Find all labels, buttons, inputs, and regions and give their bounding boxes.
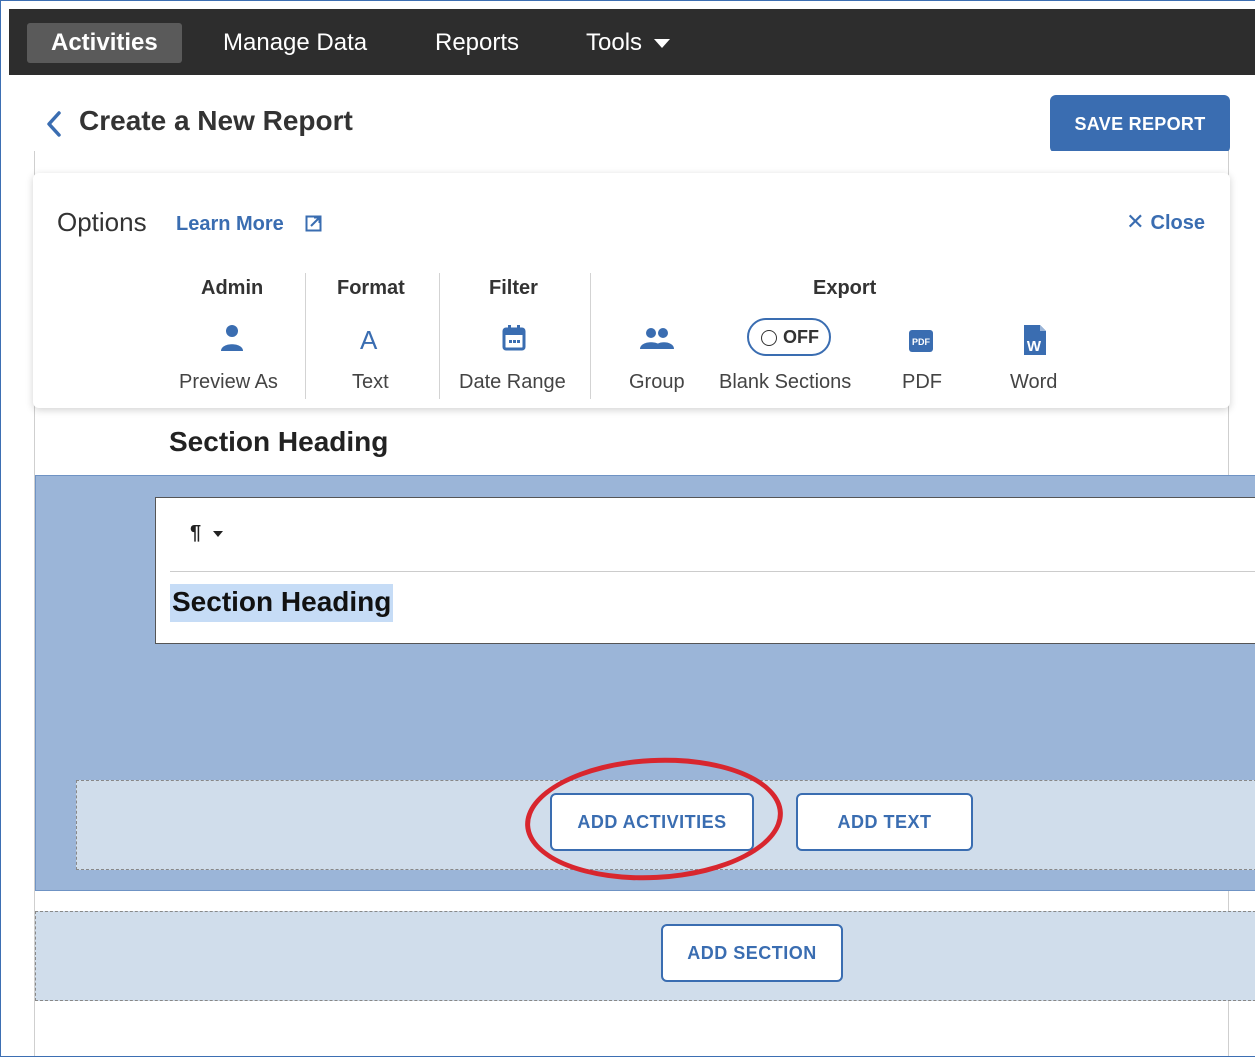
divider [439,273,440,399]
options-panel: Options Learn More ✕ Close Admin Format F… [33,173,1230,408]
page-title: Create a New Report [79,105,353,136]
nav-reports[interactable]: Reports [435,23,519,63]
pdf-option[interactable]: PDF [902,371,942,394]
svg-text:PDF: PDF [912,337,931,347]
preview-as-option[interactable]: Preview As [179,371,278,394]
divider [590,273,591,399]
close-options-button[interactable]: ✕ Close [1126,209,1205,235]
editor-content[interactable]: Section Heading [170,584,394,622]
top-navigation: Activities Manage Data Reports Tools [9,9,1255,75]
toggle-knob [761,330,777,346]
nav-tools-label: Tools [586,29,643,56]
chevron-left-icon[interactable] [43,109,65,139]
date-range-option[interactable]: Date Range [459,371,566,394]
calendar-icon[interactable] [501,323,527,353]
toggle-state: OFF [783,327,819,347]
blank-sections-toggle[interactable]: OFF [747,318,831,356]
blank-sections-option[interactable]: Blank Sections [719,371,851,394]
svg-text:W: W [1027,338,1042,355]
group-title-admin: Admin [201,277,264,299]
paragraph-icon: ¶ [190,522,202,544]
app-frame: Activities Manage Data Reports Tools Cre… [0,0,1255,1057]
close-icon: ✕ [1126,209,1145,234]
add-text-button[interactable]: ADD TEXT [796,793,973,851]
nav-tools[interactable]: Tools [586,23,671,63]
learn-more-link[interactable]: Learn More [176,213,284,236]
word-icon[interactable]: W [1022,324,1048,356]
caret-down-icon [213,530,224,537]
user-icon[interactable] [219,323,245,353]
add-section-dropzone: ADD SECTION [35,911,1255,1001]
editor-divider [170,571,1255,572]
group-icon[interactable] [639,327,675,351]
paragraph-format-dropdown[interactable]: ¶ [190,522,224,545]
close-label: Close [1150,212,1205,234]
text-format-icon[interactable]: A [360,325,377,356]
text-option[interactable]: Text [352,371,389,394]
caret-down-icon [654,39,671,49]
save-report-button[interactable]: SAVE REPORT [1050,95,1230,153]
pdf-icon[interactable]: PDF [908,329,934,353]
word-option[interactable]: Word [1010,371,1057,394]
group-option[interactable]: Group [629,371,685,394]
external-link-icon[interactable] [305,215,322,232]
add-activities-button[interactable]: ADD ACTIVITIES [550,793,754,851]
report-section[interactable]: ¶ Section Heading ADD ACTIVITIES ADD TEX… [35,475,1255,891]
group-title-format: Format [337,277,405,299]
group-title-filter: Filter [489,277,538,299]
nav-manage-data[interactable]: Manage Data [223,23,367,63]
nav-activities[interactable]: Activities [27,23,182,63]
divider [305,273,306,399]
add-section-button[interactable]: ADD SECTION [661,924,843,982]
section-heading-label: Section Heading [169,426,389,457]
options-title: Options [57,207,147,237]
rich-text-editor[interactable]: ¶ Section Heading [155,497,1255,644]
group-title-export: Export [813,277,877,299]
